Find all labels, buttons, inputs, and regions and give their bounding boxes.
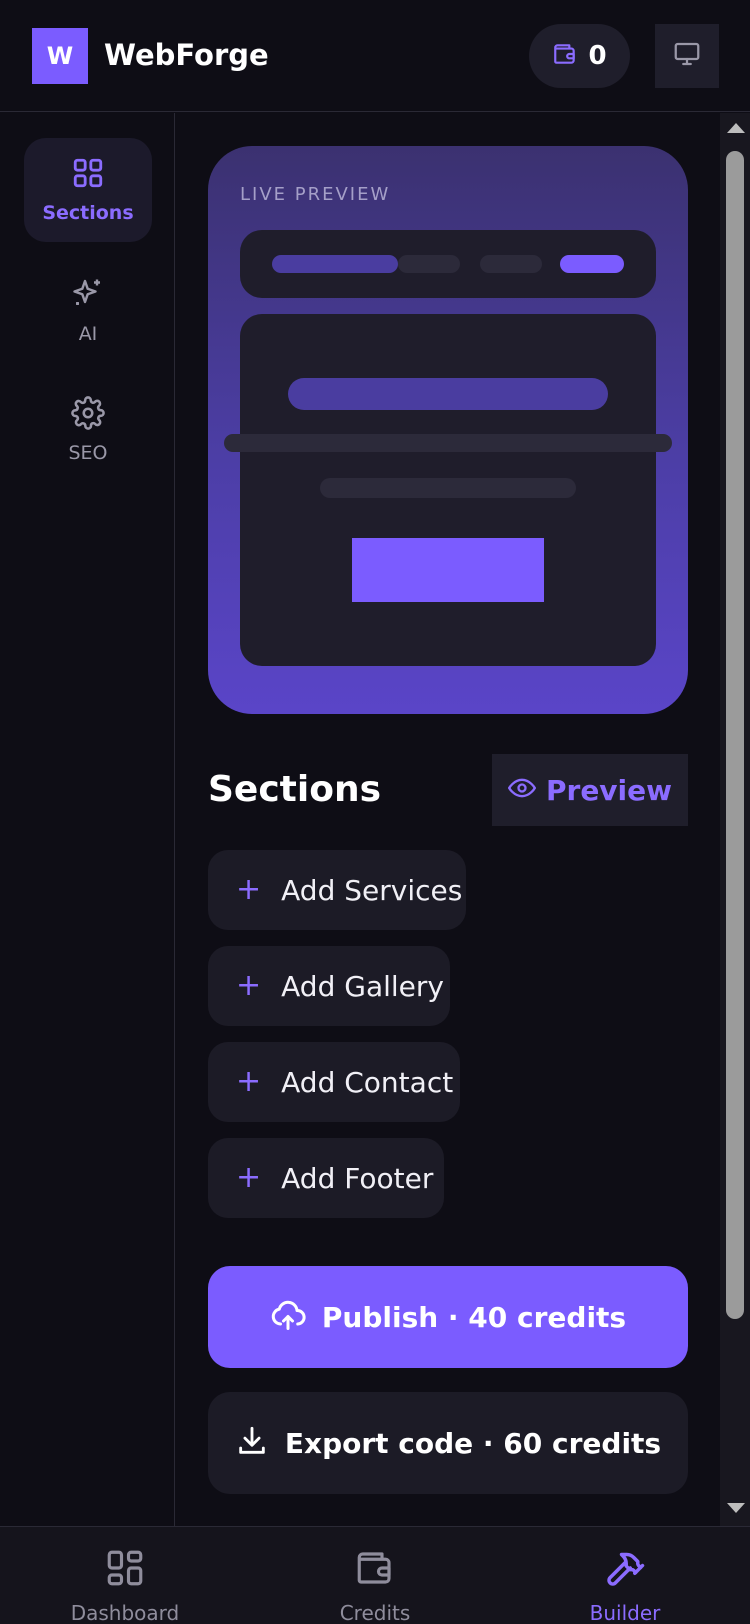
download-icon: [235, 1424, 269, 1462]
scroll-up-arrow-icon[interactable]: [727, 123, 745, 133]
brand-name: WebForge: [104, 38, 269, 72]
cloud-upload-icon: [270, 1297, 306, 1337]
scrollbar-thumb[interactable]: [726, 151, 744, 1319]
eye-icon: [507, 774, 536, 806]
add-button-label: Add Gallery: [281, 969, 444, 1003]
publish-button-label: Publish · 40 credits: [321, 1300, 627, 1334]
logo-letter: W: [46, 42, 74, 70]
mock-nav-cta-bar: [560, 255, 624, 273]
add-gallery-button[interactable]: + Add Gallery: [208, 946, 450, 1026]
dashboard-icon: [104, 1547, 146, 1593]
add-contact-button[interactable]: + Add Contact: [208, 1042, 460, 1122]
scroll-down-arrow-icon[interactable]: [727, 1503, 745, 1513]
mock-nav-logo-bar: [272, 255, 398, 273]
wallet-balance-value: 0: [588, 41, 607, 71]
preview-button[interactable]: Preview: [492, 754, 688, 826]
wallet-icon: [354, 1547, 396, 1593]
mock-hero-heading-bar: [288, 378, 608, 410]
add-button-label: Add Footer: [281, 1161, 434, 1195]
app-header: W WebForge 0: [0, 0, 750, 112]
gear-icon: [71, 396, 105, 434]
mock-nav-link-bar: [480, 255, 542, 273]
wallet-balance-button[interactable]: 0: [529, 24, 630, 88]
plus-icon: +: [236, 1160, 262, 1195]
rail-item-label: AI: [78, 323, 98, 345]
plus-icon: +: [236, 872, 262, 907]
rail-item-sections[interactable]: Sections: [24, 138, 152, 242]
monitor-icon: [672, 39, 702, 73]
export-code-button[interactable]: Export code · 60 credits: [208, 1392, 688, 1494]
plus-icon: +: [236, 1064, 262, 1099]
bottom-nav-label: Credits: [339, 1601, 411, 1624]
mock-hero-button: [352, 538, 544, 602]
mock-hero-subheading-bar: [224, 434, 672, 452]
plus-icon: +: [236, 968, 262, 1003]
add-services-button[interactable]: + Add Services: [208, 850, 466, 930]
hammer-icon: [604, 1547, 646, 1593]
mock-nav-bar: [240, 230, 656, 298]
sections-title: Sections: [208, 769, 382, 810]
export-button-label: Export code · 60 credits: [284, 1426, 662, 1460]
rail-item-label: Sections: [42, 202, 134, 224]
mock-hero: [240, 314, 656, 666]
bottom-navigation: Dashboard Credits Builder: [0, 1526, 750, 1624]
device-preview-button[interactable]: [655, 24, 719, 88]
preview-button-label: Preview: [545, 773, 673, 807]
builder-main: LIVE PREVIEW Sections Preview + Add Serv…: [176, 113, 720, 1526]
mock-hero-text-bar: [320, 478, 576, 498]
rail-item-ai[interactable]: AI: [24, 258, 152, 362]
grid-icon: [71, 156, 105, 194]
bottom-nav-label: Builder: [589, 1601, 661, 1624]
bottom-nav-credits[interactable]: Credits: [275, 1547, 475, 1624]
main-scrollbar[interactable]: [720, 113, 750, 1526]
bottom-nav-builder[interactable]: Builder: [525, 1547, 725, 1624]
bottom-nav-label: Dashboard: [70, 1601, 180, 1624]
sparkle-icon: [70, 275, 106, 315]
app-logo: W: [32, 28, 88, 84]
side-rail: Sections AI SEO: [0, 113, 175, 1526]
mock-nav-link-bar: [398, 255, 460, 273]
rail-item-label: SEO: [68, 442, 108, 464]
add-button-label: Add Contact: [281, 1065, 454, 1099]
add-button-label: Add Services: [281, 873, 463, 907]
live-preview-card: LIVE PREVIEW: [208, 146, 688, 714]
add-footer-button[interactable]: + Add Footer: [208, 1138, 444, 1218]
wallet-icon: [552, 41, 578, 71]
publish-button[interactable]: Publish · 40 credits: [208, 1266, 688, 1368]
rail-item-seo[interactable]: SEO: [24, 378, 152, 482]
live-preview-label: LIVE PREVIEW: [240, 184, 391, 205]
bottom-nav-dashboard[interactable]: Dashboard: [25, 1547, 225, 1624]
